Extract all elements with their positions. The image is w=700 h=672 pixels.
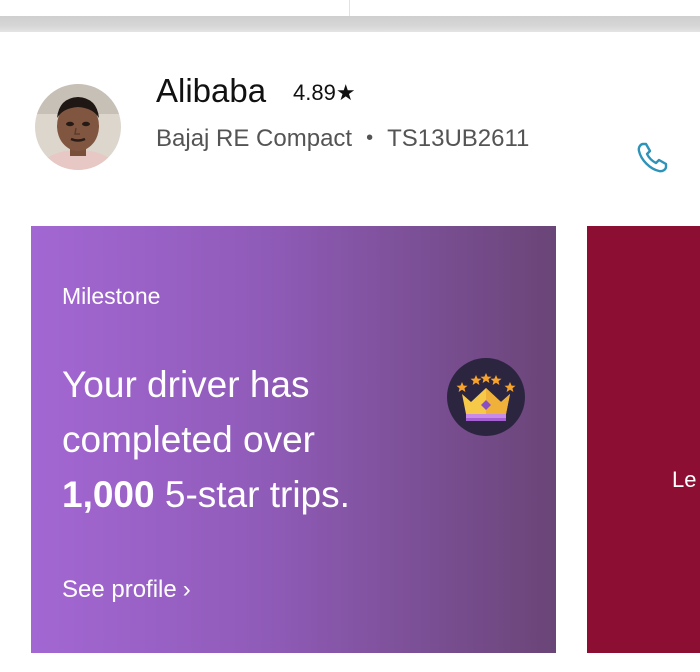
driver-rating: 4.89★: [293, 80, 356, 106]
license-plate: TS13UB2611: [387, 125, 530, 152]
vehicle-model: Bajaj RE Compact: [156, 125, 353, 152]
see-profile-label: See profile: [62, 576, 177, 603]
vehicle-details: Bajaj RE Compact • TS13UB2611: [156, 124, 529, 155]
crown-icon: [456, 373, 516, 421]
trip-count-tail: 5-star trips.: [164, 474, 350, 515]
driver-name: Alibaba: [156, 72, 267, 109]
card-eyebrow: Milestone: [62, 283, 161, 309]
crown-badge: [447, 358, 525, 436]
message-line-1: Your driver has: [62, 364, 310, 405]
milestone-card[interactable]: Milestone Your driver has completed over…: [31, 226, 556, 653]
rating-value: 4.89: [293, 80, 336, 105]
driver-photo: [35, 84, 121, 170]
message-line-3: 1,000 5-star trips.: [62, 467, 422, 522]
phone-icon: [637, 142, 668, 173]
driver-avatar[interactable]: [35, 84, 121, 170]
see-profile-link[interactable]: See profile ›: [62, 575, 191, 605]
call-driver-button[interactable]: [632, 138, 672, 178]
message-line-2: completed over: [62, 419, 315, 460]
next-card[interactable]: Le: [587, 226, 700, 653]
trip-count: 1,000: [62, 474, 155, 515]
milestone-message: Your driver has completed over 1,000 5-s…: [62, 357, 422, 522]
star-icon: ★: [335, 80, 356, 105]
separator-dot: •: [366, 127, 374, 149]
next-card-label: Le: [672, 467, 697, 492]
section-shadow: [0, 16, 700, 32]
chevron-right-icon: ›: [182, 576, 191, 603]
driver-info-row: Alibaba 4.89★ Bajaj RE Compact • TS13UB261…: [0, 32, 700, 212]
